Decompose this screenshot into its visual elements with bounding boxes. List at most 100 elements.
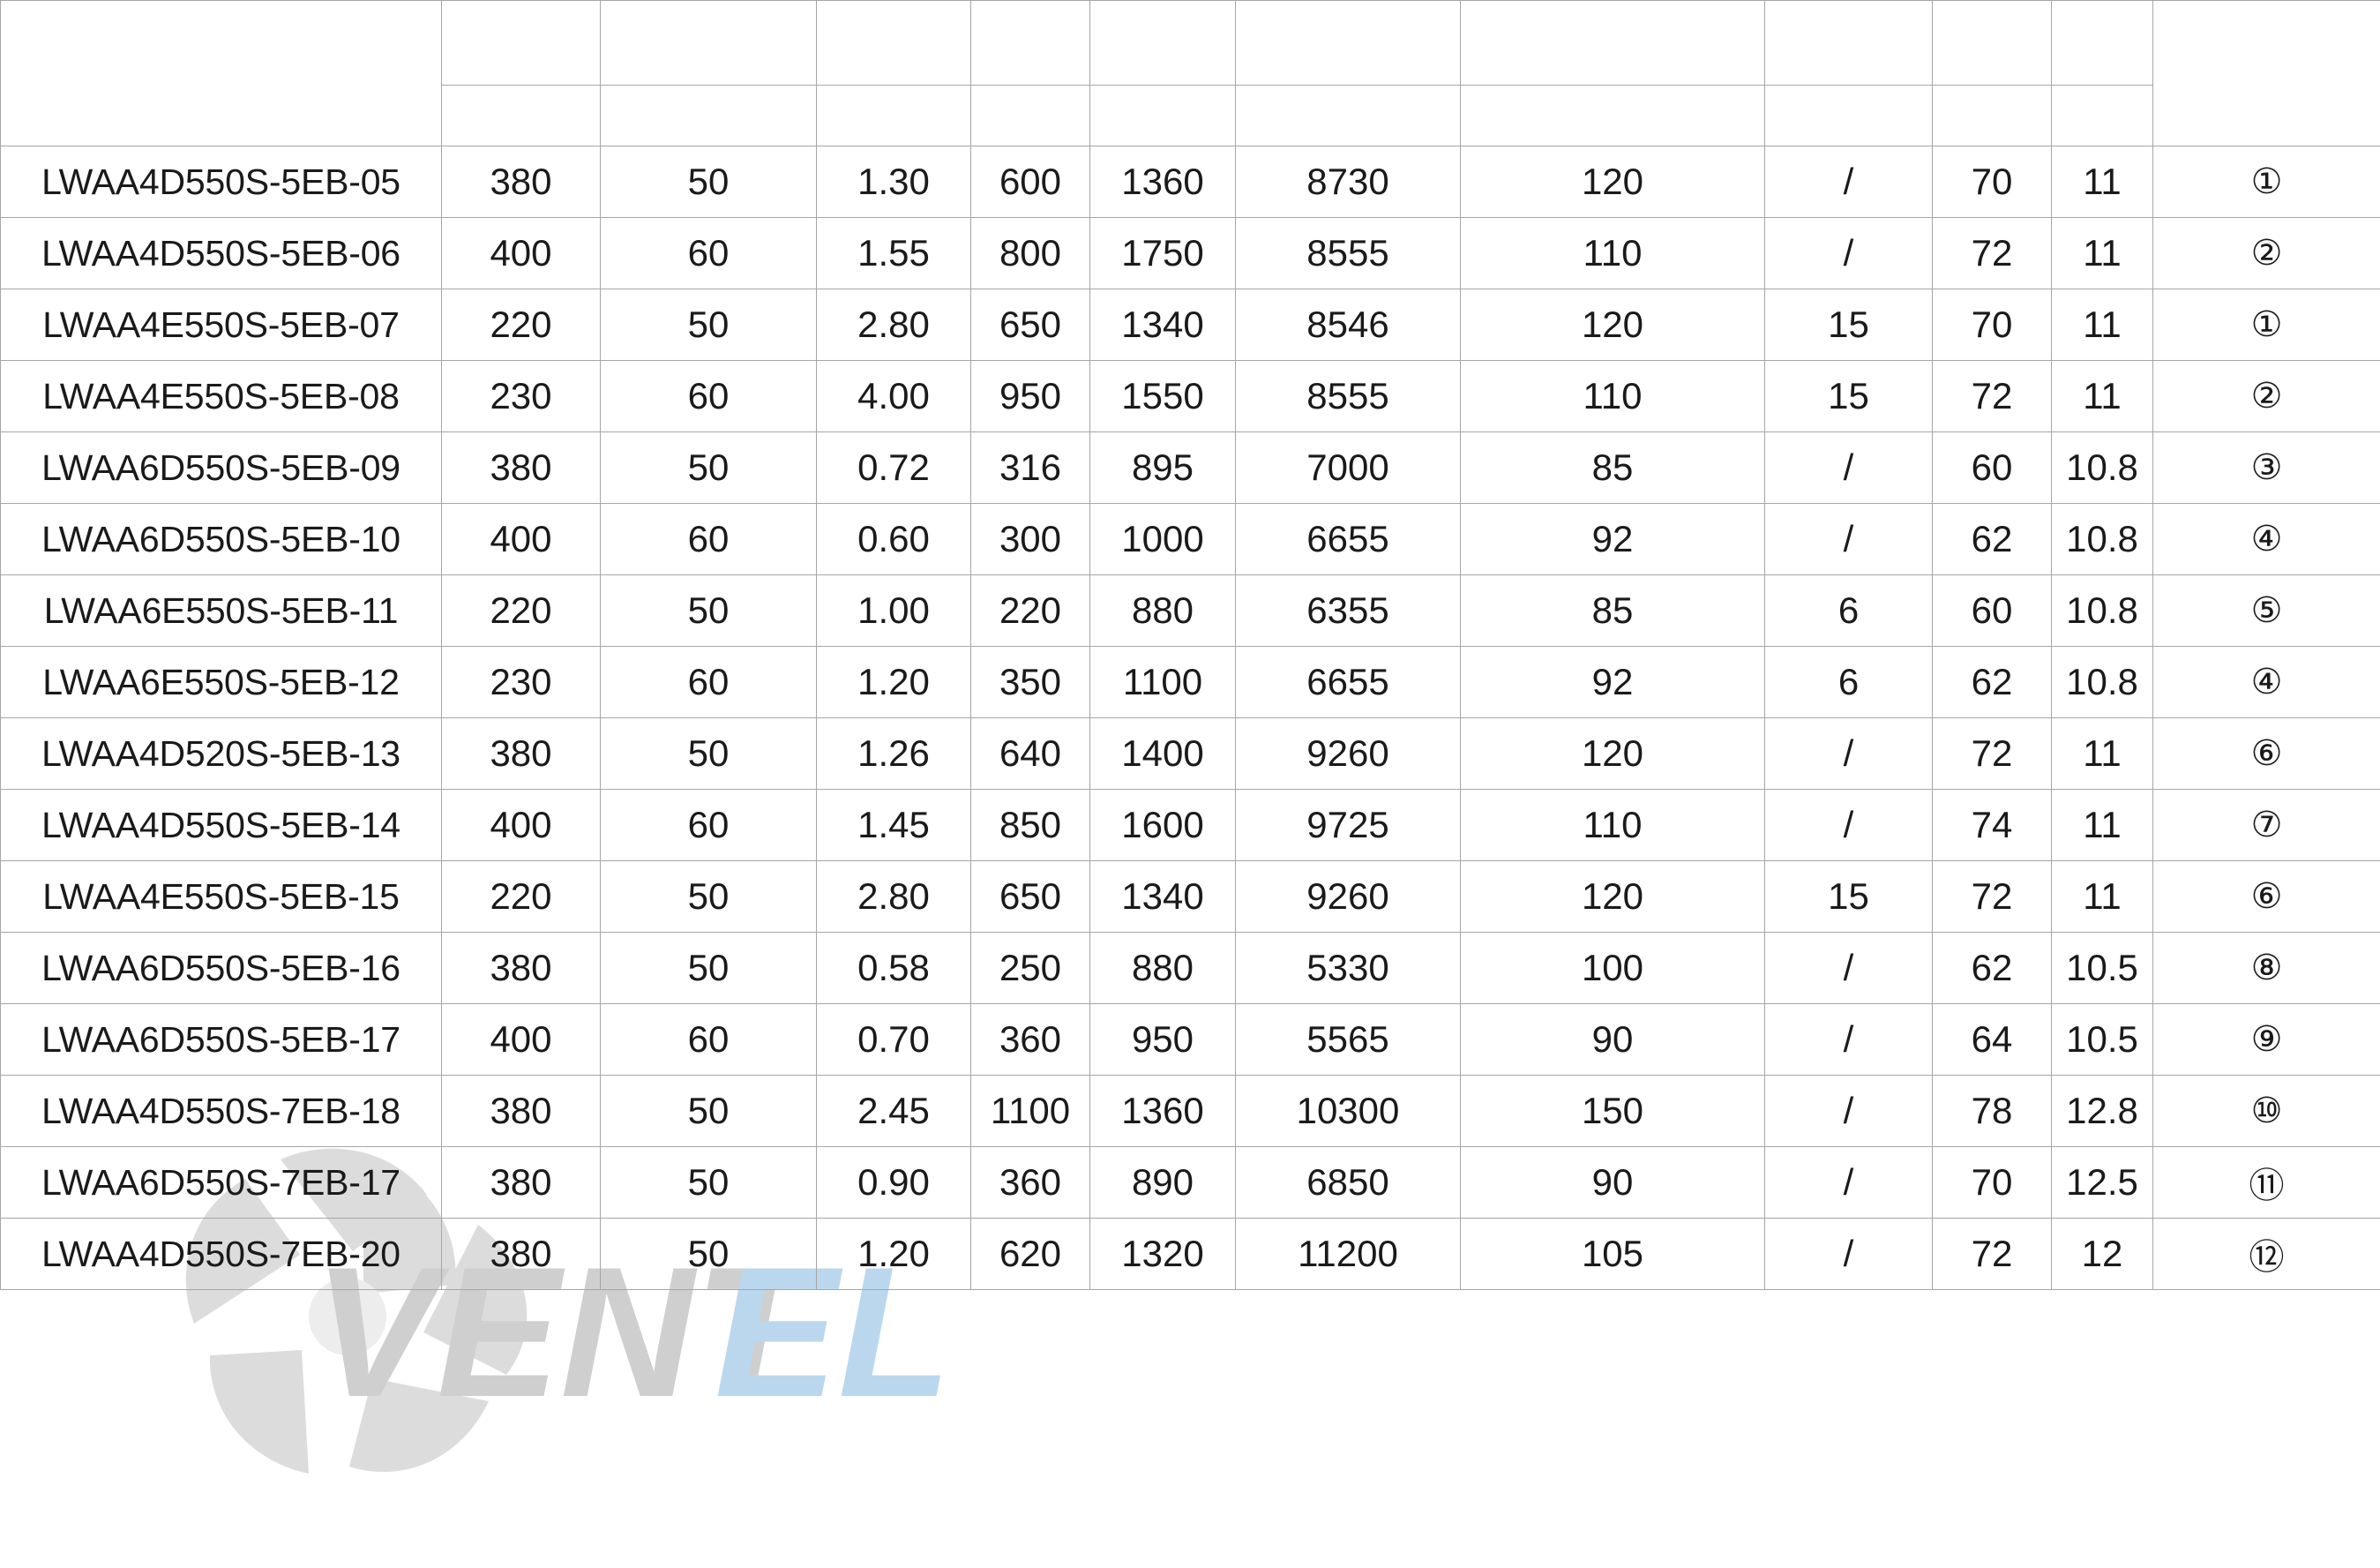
cell-static_pressure: 92 bbox=[1460, 646, 1765, 718]
cell-net_weight: 11 bbox=[2051, 217, 2153, 289]
unit-header-power: W bbox=[970, 85, 1090, 146]
cell-speed: 895 bbox=[1089, 431, 1236, 504]
cell-noise: 70 bbox=[1932, 146, 2052, 218]
cell-noise: 78 bbox=[1932, 1075, 2052, 1147]
cell-curve: ⑩ bbox=[2152, 1075, 2380, 1147]
cell-curve: ⑫ bbox=[2152, 1218, 2380, 1290]
table-row: LWAA4E550S-5EB-15 220 50 2.80 650 1340 9260 120… bbox=[0, 860, 2380, 933]
cell-speed: 1360 bbox=[1089, 1075, 1236, 1147]
cell-model: LWAA6D550S-7EB-17 bbox=[0, 1146, 442, 1219]
cell-capacitor: 15 bbox=[1764, 860, 1933, 933]
cell-model: LWAA4D520S-5EB-13 bbox=[0, 717, 442, 790]
cell-frequency: 50 bbox=[600, 431, 817, 504]
cell-voltage: 380 bbox=[441, 1218, 601, 1290]
cell-power: 950 bbox=[970, 360, 1090, 432]
cell-voltage: 400 bbox=[441, 1003, 601, 1076]
cell-air_volume: 8730 bbox=[1235, 146, 1461, 218]
cell-air_volume: 8546 bbox=[1235, 289, 1461, 361]
cell-model: LWAA6E550S-5EB-11 bbox=[0, 574, 442, 647]
cell-air_volume: 6655 bbox=[1235, 646, 1461, 718]
cell-speed: 1750 bbox=[1089, 217, 1236, 289]
cell-net_weight: 12.8 bbox=[2051, 1075, 2153, 1147]
unit-header-net-weight: kg bbox=[2051, 85, 2153, 146]
cell-curve: ④ bbox=[2152, 646, 2380, 718]
cell-frequency: 60 bbox=[600, 503, 817, 575]
cell-current: 0.70 bbox=[816, 1003, 971, 1076]
cell-current: 1.20 bbox=[816, 646, 971, 718]
cell-static_pressure: 110 bbox=[1460, 789, 1765, 861]
cell-net_weight: 11 bbox=[2051, 289, 2153, 361]
cell-current: 2.80 bbox=[816, 289, 971, 361]
cell-frequency: 50 bbox=[600, 146, 817, 218]
cell-speed: 880 bbox=[1089, 932, 1236, 1004]
cell-static_pressure: 150 bbox=[1460, 1075, 1765, 1147]
cell-speed: 1360 bbox=[1089, 146, 1236, 218]
column-header-net-weight: N.W bbox=[2051, 0, 2153, 86]
cell-curve: ② bbox=[2152, 360, 2380, 432]
cell-capacitor: 15 bbox=[1764, 360, 1933, 432]
cell-model: LWAA4D550S-5EB-05 bbox=[0, 146, 442, 218]
table-row: LWAA4D550S-5EB-14 400 60 1.45 850 1600 9725 110… bbox=[0, 789, 2380, 861]
cell-static_pressure: 85 bbox=[1460, 574, 1765, 647]
cell-noise: 62 bbox=[1932, 646, 2052, 718]
cell-static_pressure: 92 bbox=[1460, 503, 1765, 575]
table-row: LWAA4E550S-5EB-07 220 50 2.80 650 1340 8546 120… bbox=[0, 289, 2380, 361]
cell-capacitor: 15 bbox=[1764, 289, 1933, 361]
fan-specification-sheet: VENT EL Model Voltage Frequency Current … bbox=[0, 0, 2380, 1568]
cell-noise: 70 bbox=[1932, 1146, 2052, 1219]
cell-air_volume: 8555 bbox=[1235, 217, 1461, 289]
cell-static_pressure: 120 bbox=[1460, 146, 1765, 218]
cell-noise: 62 bbox=[1932, 503, 2052, 575]
cell-power: 620 bbox=[970, 1218, 1090, 1290]
table-row: LWAA6D550S-5EB-09 380 50 0.72 316 895 7000 85/6… bbox=[0, 431, 2380, 504]
cell-frequency: 60 bbox=[600, 646, 817, 718]
table-row: LWAA4D550S-7EB-20 380 50 1.20 620 1320 11200 10… bbox=[0, 1218, 2380, 1290]
cell-current: 2.80 bbox=[816, 860, 971, 933]
cell-model: LWAA6D550S-5EB-09 bbox=[0, 431, 442, 504]
unit-header-air-volume: m³/h(Max) bbox=[1235, 85, 1461, 146]
column-header-current: Current bbox=[816, 0, 971, 86]
cell-curve: ⑥ bbox=[2152, 860, 2380, 933]
table-row: LWAA6E550S-5EB-12 230 60 1.20 350 1100 6655 92 6… bbox=[0, 646, 2380, 718]
cell-net_weight: 11 bbox=[2051, 717, 2153, 790]
cell-voltage: 380 bbox=[441, 1146, 601, 1219]
cell-static_pressure: 110 bbox=[1460, 217, 1765, 289]
cell-voltage: 220 bbox=[441, 574, 601, 647]
cell-air_volume: 5330 bbox=[1235, 932, 1461, 1004]
cell-power: 350 bbox=[970, 646, 1090, 718]
column-header-static-pressure: Static Pressure bbox=[1460, 0, 1765, 86]
cell-speed: 1550 bbox=[1089, 360, 1236, 432]
cell-air_volume: 9260 bbox=[1235, 717, 1461, 790]
column-header-power: Power bbox=[970, 0, 1090, 86]
cell-curve: ② bbox=[2152, 217, 2380, 289]
cell-power: 640 bbox=[970, 717, 1090, 790]
cell-power: 1100 bbox=[970, 1075, 1090, 1147]
cell-capacitor: / bbox=[1764, 431, 1933, 504]
cell-speed: 890 bbox=[1089, 1146, 1236, 1219]
cell-speed: 1340 bbox=[1089, 860, 1236, 933]
cell-noise: 70 bbox=[1932, 289, 2052, 361]
cell-voltage: 380 bbox=[441, 717, 601, 790]
unit-header-noise: dB(A) bbox=[1932, 85, 2052, 146]
cell-net_weight: 12 bbox=[2051, 1218, 2153, 1290]
cell-capacitor: / bbox=[1764, 503, 1933, 575]
table-row: LWAA6E550S-5EB-11 220 50 1.00 220 880 6355 85 6 6… bbox=[0, 574, 2380, 647]
cell-power: 250 bbox=[970, 932, 1090, 1004]
cell-speed: 1340 bbox=[1089, 289, 1236, 361]
cell-voltage: 380 bbox=[441, 932, 601, 1004]
cell-speed: 1600 bbox=[1089, 789, 1236, 861]
cell-power: 360 bbox=[970, 1146, 1090, 1219]
unit-header-current: A bbox=[816, 85, 971, 146]
cell-static_pressure: 90 bbox=[1460, 1003, 1765, 1076]
cell-capacitor: 6 bbox=[1764, 574, 1933, 647]
cell-frequency: 50 bbox=[600, 574, 817, 647]
cell-voltage: 230 bbox=[441, 646, 601, 718]
table-row: LWAA6D550S-5EB-10 400 60 0.60 300 1000 6655 92/… bbox=[0, 503, 2380, 575]
cell-model: LWAA4D550S-5EB-06 bbox=[0, 217, 442, 289]
cell-air_volume: 11200 bbox=[1235, 1218, 1461, 1290]
cell-power: 600 bbox=[970, 146, 1090, 218]
cell-curve: ④ bbox=[2152, 503, 2380, 575]
cell-frequency: 60 bbox=[600, 217, 817, 289]
header-row-main: Model Voltage Frequency Current Power Sp… bbox=[0, 0, 2380, 146]
cell-current: 2.45 bbox=[816, 1075, 971, 1147]
